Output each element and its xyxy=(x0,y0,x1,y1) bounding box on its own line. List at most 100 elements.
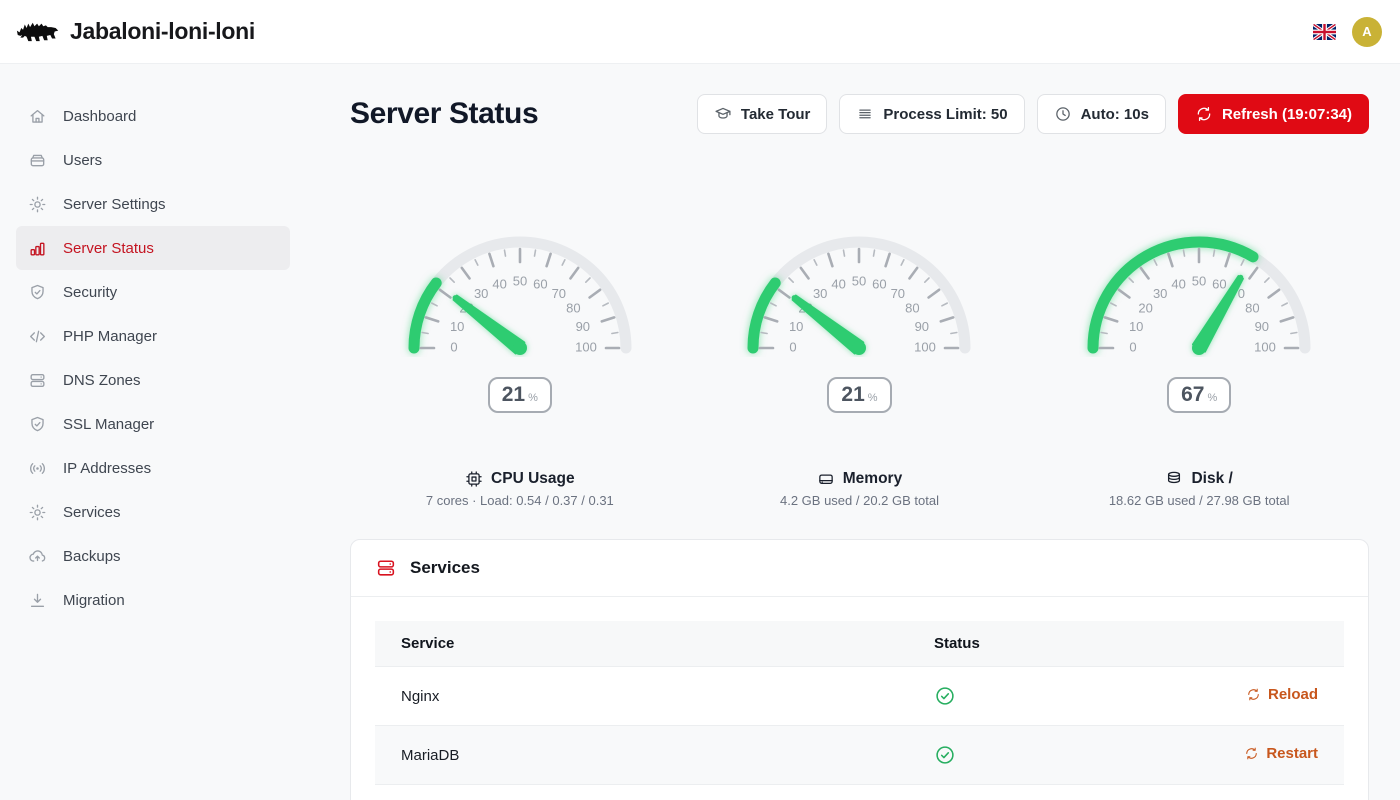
svg-text:50: 50 xyxy=(1192,273,1206,288)
server-stack-icon xyxy=(28,371,47,390)
gear-icon xyxy=(28,503,47,522)
svg-text:90: 90 xyxy=(915,319,929,334)
auto-refresh-button[interactable]: Auto: 10s xyxy=(1037,94,1166,134)
service-row-mariadb: MariaDB Restart xyxy=(375,726,1344,785)
gauge-sublabel: 7 cores · Load: 0.54 / 0.37 / 0.31 xyxy=(426,493,614,508)
brand-title: Jabaloni-loni-loni xyxy=(70,18,255,45)
gear-icon xyxy=(28,195,47,214)
refresh-icon xyxy=(1244,746,1259,761)
page-title: Server Status xyxy=(350,97,538,131)
svg-text:0: 0 xyxy=(1130,339,1137,354)
shield-check-icon xyxy=(28,283,47,302)
service-action-restart[interactable]: Restart xyxy=(1244,745,1318,762)
bar-chart-icon xyxy=(28,239,47,258)
svg-text:40: 40 xyxy=(492,277,506,292)
svg-text:0: 0 xyxy=(790,339,797,354)
service-name: MariaDB xyxy=(375,726,908,785)
service-action-reload[interactable]: Reload xyxy=(1246,686,1318,703)
service-status xyxy=(908,785,1179,800)
svg-text:80: 80 xyxy=(1245,301,1259,316)
button-label: Take Tour xyxy=(741,106,810,123)
sidebar-item-migration[interactable]: Migration xyxy=(0,578,290,622)
database-icon xyxy=(1165,470,1183,488)
gauge-title: Memory xyxy=(843,470,902,488)
toolbar: Take Tour Process Limit: 50 Auto: 10s Refre… xyxy=(697,94,1369,134)
sidebar-item-ip-addresses[interactable]: IP Addresses xyxy=(0,446,290,490)
service-row xyxy=(375,785,1344,800)
sidebar-item-users[interactable]: Users xyxy=(0,138,290,182)
refresh-icon xyxy=(1195,105,1213,123)
hdd-icon xyxy=(817,470,835,488)
button-label: Auto: 10s xyxy=(1081,106,1149,123)
svg-text:70: 70 xyxy=(891,286,905,301)
cloud-upload-icon xyxy=(28,547,47,566)
avatar[interactable]: A xyxy=(1352,17,1382,47)
app-header: Jabaloni-loni-loni A xyxy=(0,0,1400,64)
gauge-chart: 0102030405060708090100 xyxy=(400,226,640,357)
refresh-button[interactable]: Refresh (19:07:34) xyxy=(1178,94,1369,134)
gauge-disk: 010203040506070809010067%Disk /18.62 GB … xyxy=(1029,226,1369,508)
gauge-value-box: 67% xyxy=(1167,377,1231,413)
svg-text:10: 10 xyxy=(1129,319,1143,334)
gauge-sublabel: 18.62 GB used / 27.98 GB total xyxy=(1109,493,1290,508)
home-icon xyxy=(28,107,47,126)
svg-text:20: 20 xyxy=(1139,301,1153,316)
column-header-status: Status xyxy=(908,621,1179,667)
svg-text:50: 50 xyxy=(852,273,866,288)
gauges-row: 010203040506070809010021%CPU Usage7 core… xyxy=(350,226,1369,508)
svg-text:10: 10 xyxy=(789,319,803,334)
sidebar-item-server-settings[interactable]: Server Settings xyxy=(0,182,290,226)
sidebar-item-dns-zones[interactable]: DNS Zones xyxy=(0,358,290,402)
gauge-value-box: 21% xyxy=(488,377,552,413)
gauge-cpu: 010203040506070809010021%CPU Usage7 core… xyxy=(350,226,690,508)
sidebar-item-ssl-manager[interactable]: SSL Manager xyxy=(0,402,290,446)
services-server-icon xyxy=(375,557,397,579)
button-label: Process Limit: 50 xyxy=(883,106,1007,123)
gauge-chart: 0102030405060708090100 xyxy=(739,226,979,357)
column-header-actions xyxy=(1179,621,1344,667)
sidebar-item-server-status[interactable]: Server Status xyxy=(16,226,290,270)
process-limit-button[interactable]: Process Limit: 50 xyxy=(839,94,1024,134)
service-row-nginx: Nginx Reload xyxy=(375,667,1344,726)
svg-text:40: 40 xyxy=(1172,277,1186,292)
sidebar-item-php-manager[interactable]: PHP Manager xyxy=(0,314,290,358)
svg-text:30: 30 xyxy=(474,286,488,301)
sidebar-item-label: Server Settings xyxy=(63,196,166,213)
sidebar-item-label: Migration xyxy=(63,592,125,609)
services-card: Services Service Status NginxReloadMaria… xyxy=(350,539,1369,800)
broadcast-icon xyxy=(28,459,47,478)
gauge-value: 21 xyxy=(502,383,525,407)
shield-check-icon xyxy=(28,415,47,434)
sidebar-item-label: Server Status xyxy=(63,240,154,257)
code-icon xyxy=(28,327,47,346)
language-flag-icon[interactable] xyxy=(1313,24,1336,40)
main-content: Server Status Take Tour Process Limit: 50… xyxy=(290,64,1400,800)
gauge-chart: 0102030405060708090100 xyxy=(1079,226,1319,357)
boar-logo-icon xyxy=(16,16,60,47)
refresh-icon xyxy=(1246,687,1261,702)
gauge-memory: 010203040506070809010021%Memory4.2 GB us… xyxy=(690,226,1030,508)
sidebar-item-label: Security xyxy=(63,284,117,301)
gauge-sublabel: 4.2 GB used / 20.2 GB total xyxy=(780,493,939,508)
gauge-unit: % xyxy=(528,392,538,404)
sidebar-item-backups[interactable]: Backups xyxy=(0,534,290,578)
archive-icon xyxy=(28,151,47,170)
service-name xyxy=(375,785,908,800)
svg-text:70: 70 xyxy=(551,286,565,301)
svg-text:40: 40 xyxy=(832,277,846,292)
gauge-title: Disk / xyxy=(1191,470,1232,488)
svg-text:100: 100 xyxy=(915,339,937,354)
sidebar-item-label: DNS Zones xyxy=(63,372,141,389)
service-name: Nginx xyxy=(375,667,908,726)
svg-text:50: 50 xyxy=(513,273,527,288)
svg-text:0: 0 xyxy=(450,339,457,354)
svg-text:90: 90 xyxy=(1255,319,1269,334)
sidebar-item-services[interactable]: Services xyxy=(0,490,290,534)
take-tour-button[interactable]: Take Tour xyxy=(697,94,827,134)
service-status xyxy=(908,726,1179,785)
sidebar-item-label: Services xyxy=(63,504,121,521)
brand[interactable]: Jabaloni-loni-loni xyxy=(16,16,255,47)
sidebar-item-security[interactable]: Security xyxy=(0,270,290,314)
sidebar-item-dashboard[interactable]: Dashboard xyxy=(0,94,290,138)
tour-icon xyxy=(714,105,732,123)
